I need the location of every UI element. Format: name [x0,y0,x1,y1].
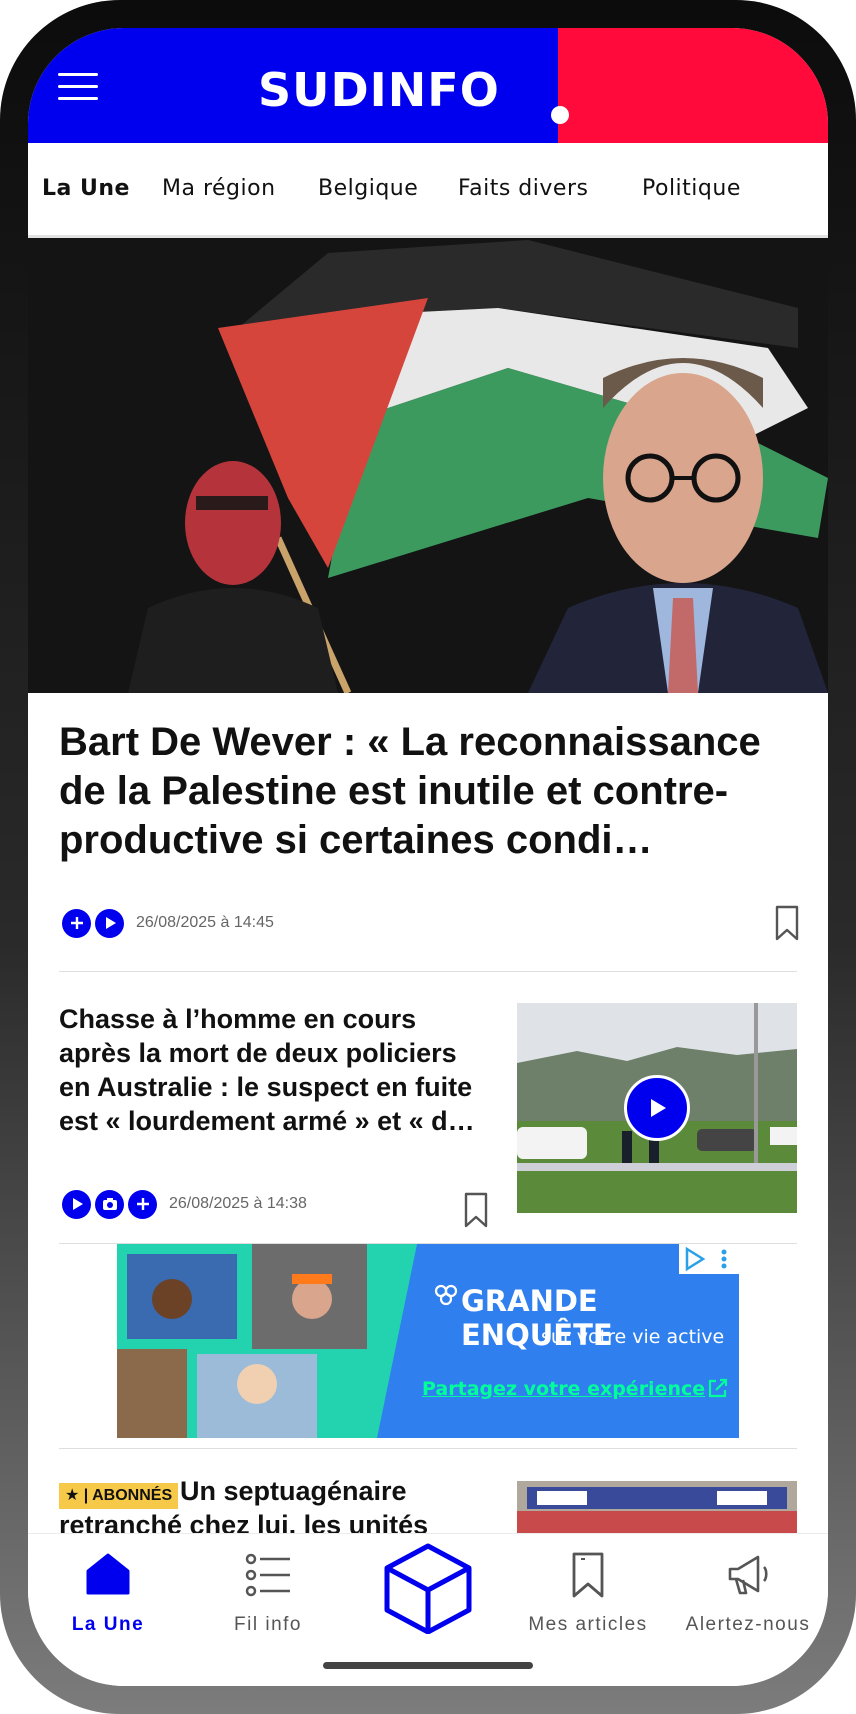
article-meta-main: 26/08/2025 à 14:45 [62,905,274,941]
article-title[interactable]: Un septuagénaire [180,1474,480,1508]
tab-faits-divers[interactable]: Faits divers [458,143,588,235]
tab-ma-region[interactable]: Ma région [162,143,276,235]
hero-image[interactable] [28,238,828,693]
bookmark-icon[interactable] [464,1192,488,1233]
video-play-button[interactable] [624,1075,690,1141]
play-icon [95,908,124,938]
article-date: 26/08/2025 à 14:45 [136,914,274,931]
subscriber-badge: ★ | ABONNÉS [59,1483,179,1509]
plus-icon [62,908,91,938]
phone-screen: SUDINFO La Une Ma région Belgique Faits … [28,28,828,1686]
article-meta: 26/08/2025 à 14:38 [62,1186,307,1222]
bottom-tab-label: Fil info [234,1614,302,1635]
bottom-tab-cube[interactable] [348,1534,508,1654]
article-title[interactable]: Chasse à l’homme en cours après la mort … [59,1002,479,1138]
bottom-tab-la-une[interactable]: La Une [28,1534,188,1654]
article-date: 26/08/2025 à 14:38 [169,1195,307,1212]
play-icon [62,1189,91,1219]
external-link-icon [708,1378,728,1398]
tab-la-une[interactable]: La Une [42,143,130,235]
app-logo[interactable]: SUDINFO [258,63,500,117]
list-icon [244,1551,292,1604]
home-indicator[interactable] [323,1662,533,1669]
home-icon [84,1551,132,1600]
tab-politique[interactable]: Politique [642,143,741,235]
bottom-tab-alertez-nous[interactable]: Alertez-nous [668,1534,828,1654]
logo-icon [434,1284,458,1306]
bottom-tab-label: Alertez-nous [685,1614,811,1635]
bottom-tab-fil-info[interactable]: Fil info [188,1534,348,1654]
divider [59,1448,797,1449]
article-thumbnail[interactable] [517,1003,797,1213]
megaphone-icon [724,1551,772,1604]
phone-frame: SUDINFO La Une Ma région Belgique Faits … [0,0,856,1714]
bottom-tab-label: La Une [71,1614,145,1635]
tab-belgique[interactable]: Belgique [318,143,418,235]
bottom-tab-label: Mes articles [528,1614,648,1635]
bottom-tab-mes-articles[interactable]: Mes articles [508,1534,668,1654]
article-thumbnail[interactable] [517,1481,797,1541]
article-title-main[interactable]: Bart De Wever : « La reconnaissance de l… [59,718,799,865]
plus-icon [128,1189,157,1219]
camera-icon [95,1189,124,1219]
advertisement-banner[interactable]: GRANDE ENQUÊTE sur votre vie active Part… [117,1244,739,1438]
ad-choices-badge[interactable] [679,1244,739,1274]
logo-dot [551,106,569,124]
ad-cta-link[interactable]: Partagez votre expérience [422,1378,705,1400]
section-nav: La Une Ma région Belgique Faits divers P… [28,143,828,238]
cube-icon [383,1542,473,1639]
divider [59,971,797,972]
ad-subtitle: sur votre vie active [541,1326,725,1348]
bookmark-icon [571,1551,605,1604]
header-red-band [558,28,828,143]
hamburger-icon[interactable] [58,73,98,103]
bookmark-icon[interactable] [775,905,799,946]
